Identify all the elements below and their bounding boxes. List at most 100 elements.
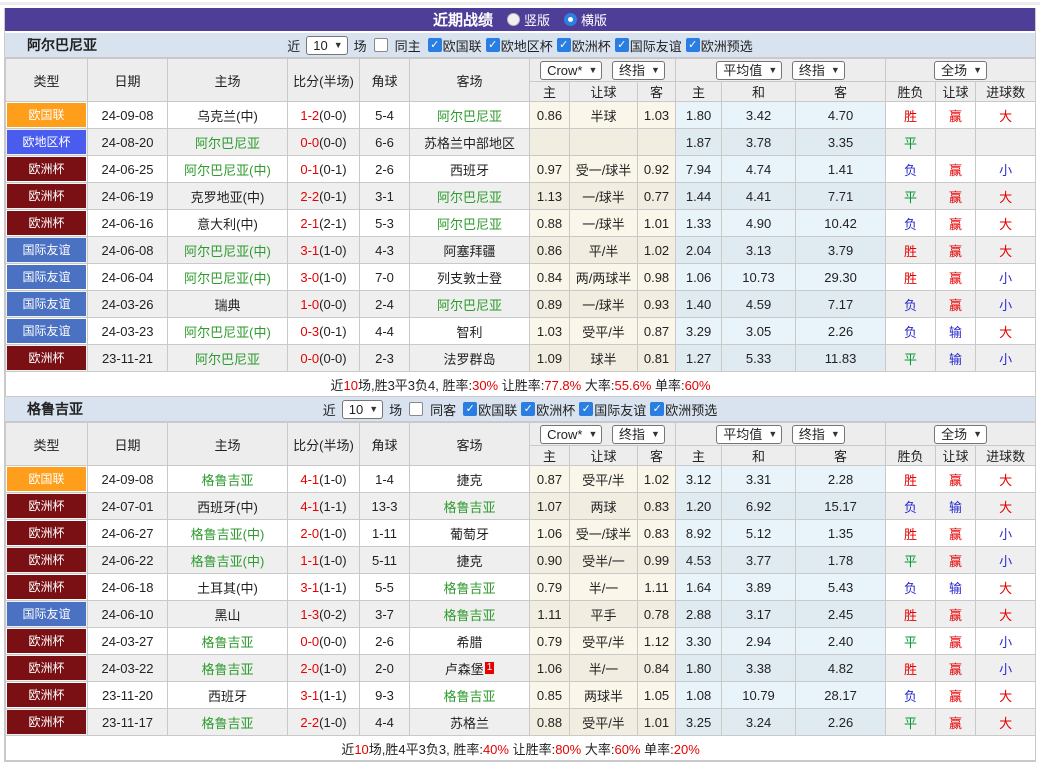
match-date: 24-06-10 [88,601,168,628]
fulltime-score: 0-3 [300,324,319,339]
euro-away-odds: 7.71 [796,183,886,210]
euro-home-odds: 4.53 [676,547,722,574]
euro-draw-odds: 3.38 [722,655,796,682]
chevron-down-icon: ▼ [768,63,777,78]
away-team-name: 格鲁吉亚 [443,689,495,704]
euro-odds-final-select[interactable]: 终指▼ [792,425,845,444]
result-handicap: 赢 [936,291,976,318]
result-goals: 小 [976,264,1036,291]
layout-radio-horizontal[interactable]: 横版 [564,10,607,29]
euro-draw-odds: 4.90 [722,210,796,237]
near-label: 近 [323,400,336,419]
competition-filter-group: ✓欧国联✓欧地区杯✓欧洲杯✓国际友谊✓欧洲预选 [424,36,753,55]
corner-score: 2-4 [360,291,410,318]
asia-away-odds: 0.78 [638,601,676,628]
checkbox-checked-icon[interactable]: ✓ [486,38,500,52]
match-row: 欧洲杯24-06-19克罗地亚(中)2-2(0-1)3-1阿尔巴尼亚1.13一/… [6,183,1036,210]
home-team-name: 阿尔巴尼亚(中) [184,163,271,178]
result-wdl: 负 [886,210,936,237]
layout-radio-vertical[interactable]: 竖版 [507,10,550,29]
home-team-name: 克罗地亚(中) [191,190,265,205]
asia-away-odds: 1.05 [638,682,676,709]
home-team: 克罗地亚(中) [168,183,288,210]
euro-odds-final-select[interactable]: 终指▼ [792,61,845,80]
asia-away-odds: 0.98 [638,264,676,291]
corner-score: 4-3 [360,237,410,264]
checkbox-checked-icon[interactable]: ✓ [521,402,535,416]
euro-away-odds: 28.17 [796,682,886,709]
match-score: 0-1(0-1) [288,156,360,183]
subcol-euro-home: 主 [676,446,722,466]
summary-value: 55.6% [614,378,651,393]
asia-odds-final-select[interactable]: 终指▼ [612,425,665,444]
competition-checkbox[interactable]: ✓国际友谊 [615,36,682,55]
checkbox-checked-icon[interactable]: ✓ [650,402,664,416]
recent-count-select[interactable]: 10▼ [342,400,383,419]
result-goals [976,129,1036,156]
checkbox-checked-icon[interactable]: ✓ [579,402,593,416]
euro-away-odds: 15.17 [796,493,886,520]
col-date: 日期 [88,423,168,466]
euro-home-odds: 8.92 [676,520,722,547]
radio-checked-icon[interactable] [564,13,577,26]
match-date: 23-11-20 [88,682,168,709]
result-goals: 小 [976,655,1036,682]
chevron-down-icon: ▼ [588,63,597,78]
asia-home-odds: 1.11 [530,601,570,628]
same-venue-checkbox[interactable] [409,402,423,416]
asia-odds-source-select[interactable]: Crow*▼ [540,61,602,80]
match-row: 欧洲杯24-07-01西班牙(中)4-1(1-1)13-3格鲁吉亚1.07两球0… [6,493,1036,520]
match-score: 2-2(0-1) [288,183,360,210]
same-venue-label: 同主 [395,36,421,55]
competition-checkbox[interactable]: ✓欧洲预选 [650,400,717,419]
home-team: 西班牙 [168,682,288,709]
asia-home-odds: 0.79 [530,628,570,655]
fulltime-score: 1-3 [300,607,319,622]
summary-value: 10 [354,742,368,757]
competition-checkbox[interactable]: ✓欧国联 [428,36,482,55]
home-team-name: 土耳其(中) [197,581,258,596]
away-team: 捷克 [410,547,530,574]
match-score: 2-0(1-0) [288,520,360,547]
competition-checkbox[interactable]: ✓欧洲杯 [557,36,611,55]
result-scope-select[interactable]: 全场▼ [934,425,987,444]
competition-checkbox[interactable]: ✓国际友谊 [579,400,646,419]
home-team-name: 阿尔巴尼亚(中) [184,325,271,340]
checkbox-checked-icon[interactable]: ✓ [557,38,571,52]
home-team: 土耳其(中) [168,574,288,601]
checkbox-checked-icon[interactable]: ✓ [686,38,700,52]
euro-home-odds: 3.25 [676,709,722,736]
home-team: 乌克兰(中) [168,102,288,129]
asia-home-odds: 0.87 [530,466,570,493]
league-cell: 欧洲杯 [6,547,88,574]
summary-text: 场,胜3平3负4, 胜率: [358,378,472,393]
checkbox-checked-icon[interactable]: ✓ [463,402,477,416]
result-scope-select[interactable]: 全场▼ [934,61,987,80]
corner-score: 1-4 [360,466,410,493]
asia-odds-final-select[interactable]: 终指▼ [612,61,665,80]
result-handicap: 赢 [936,547,976,574]
euro-odds-source-select[interactable]: 平均值▼ [716,425,782,444]
competition-checkbox[interactable]: ✓欧国联 [463,400,517,419]
radio-unchecked-icon[interactable] [507,13,520,26]
asia-odds-group-header: Crow*▼ 终指▼ [530,59,676,82]
subcol-asia-line: 让球 [570,446,638,466]
checkbox-checked-icon[interactable]: ✓ [428,38,442,52]
competition-checkbox[interactable]: ✓欧洲预选 [686,36,753,55]
fulltime-score: 0-0 [300,135,319,150]
match-date: 24-06-16 [88,210,168,237]
home-team-name: 阿尔巴尼亚 [195,352,260,367]
fulltime-score: 3-0 [300,270,319,285]
checkbox-checked-icon[interactable]: ✓ [615,38,629,52]
asia-odds-source-select[interactable]: Crow*▼ [540,425,602,444]
competition-checkbox[interactable]: ✓欧洲杯 [521,400,575,419]
home-team-name: 乌克兰(中) [197,109,258,124]
same-venue-checkbox[interactable] [374,38,388,52]
fulltime-score: 2-0 [300,661,319,676]
result-goals: 小 [976,156,1036,183]
competition-checkbox[interactable]: ✓欧地区杯 [486,36,553,55]
euro-odds-source-select[interactable]: 平均值▼ [716,61,782,80]
away-team: 阿尔巴尼亚 [410,291,530,318]
euro-away-odds: 4.70 [796,102,886,129]
recent-count-select[interactable]: 10▼ [306,36,347,55]
